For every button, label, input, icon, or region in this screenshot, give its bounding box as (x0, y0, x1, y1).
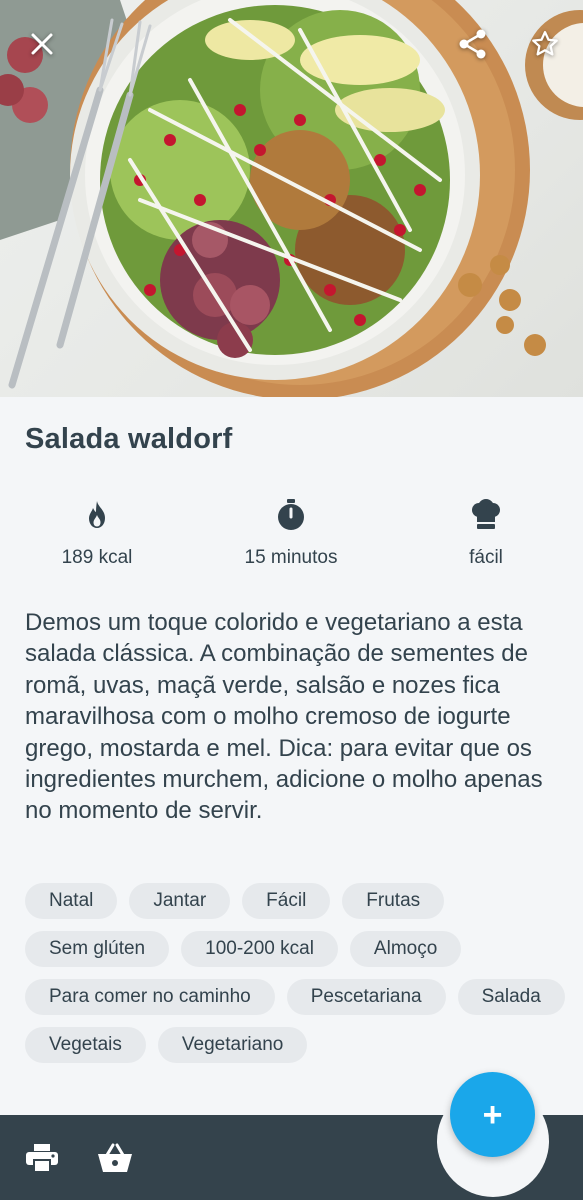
calories-value: 189 kcal (61, 547, 133, 568)
recipe-description: Demos um toque colorido e vegetariano a … (25, 609, 543, 825)
close-icon (31, 33, 53, 55)
tag-chip[interactable]: Frutas (342, 883, 445, 919)
tag-chip[interactable]: Sem glúten (25, 931, 170, 967)
recipe-title: Salada waldorf (25, 423, 233, 455)
share-button[interactable] (453, 24, 493, 64)
basket-icon (98, 1143, 132, 1172)
flame-icon (89, 501, 105, 528)
stat-calories: 189 kcal (7, 497, 187, 569)
favorite-button[interactable] (525, 24, 565, 64)
tag-chip[interactable]: 100-200 kcal (181, 931, 338, 967)
plus-icon: + (482, 1095, 503, 1134)
stat-time: 15 minutos (201, 497, 381, 569)
tag-list: Natal Jantar Fácil Frutas Sem glúten 100-200 … (25, 883, 565, 1063)
tag-chip[interactable]: Jantar (129, 883, 231, 919)
star-outline-icon (532, 31, 558, 56)
recipe-hero-image (0, 0, 583, 397)
chef-hat-icon (472, 499, 500, 529)
print-button[interactable] (22, 1138, 62, 1178)
shopping-list-button[interactable] (95, 1138, 135, 1178)
difficulty-value: fácil (469, 547, 503, 568)
tag-chip[interactable]: Natal (25, 883, 118, 919)
tag-chip[interactable]: Fácil (242, 883, 331, 919)
salad-illustration (0, 0, 583, 397)
time-value: 15 minutos (244, 547, 338, 568)
printer-icon (26, 1144, 58, 1173)
add-button[interactable]: + (450, 1072, 535, 1157)
tag-chip[interactable]: Para comer no caminho (25, 979, 275, 1015)
stat-difficulty: fácil (396, 497, 576, 569)
recipe-stats: 189 kcal 15 minutos fácil (0, 497, 583, 577)
tag-chip[interactable]: Pescetariana (286, 979, 446, 1015)
share-icon (459, 29, 486, 59)
tag-chip[interactable]: Almoço (349, 931, 462, 967)
close-button[interactable] (22, 24, 62, 64)
tag-chip[interactable]: Vegetais (25, 1027, 146, 1063)
recipe-details: Salada waldorf (0, 397, 583, 456)
tag-chip[interactable]: Salada (457, 979, 565, 1015)
tag-chip[interactable]: Vegetariano (157, 1027, 308, 1063)
stopwatch-icon (278, 499, 304, 530)
